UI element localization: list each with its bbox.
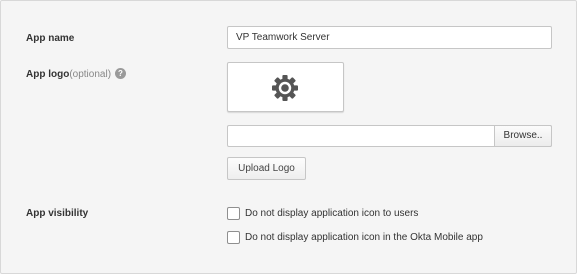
- app-settings-panel: App name VP Teamwork Server App logo(opt…: [0, 0, 577, 274]
- hide-from-mobile-label[interactable]: Do not display application icon in the O…: [245, 231, 483, 244]
- app-logo-label: App logo(optional): [26, 69, 111, 80]
- app-name-input[interactable]: VP Teamwork Server: [227, 26, 552, 49]
- logo-file-input[interactable]: Browse..: [227, 125, 552, 147]
- app-logo-label-text: App logo: [26, 69, 70, 80]
- app-name-label-text: App name: [26, 33, 75, 44]
- app-visibility-label-text: App visibility: [26, 208, 89, 219]
- hide-from-mobile-checkbox[interactable]: [227, 231, 240, 244]
- browse-button[interactable]: Browse..: [494, 125, 552, 147]
- upload-logo-button[interactable]: Upload Logo: [227, 157, 306, 180]
- question-mark-icon[interactable]: ?: [115, 68, 126, 79]
- app-name-label: App name: [26, 33, 74, 44]
- hide-from-users-label[interactable]: Do not display application icon to users: [245, 207, 418, 220]
- gear-icon: [272, 75, 298, 101]
- hide-from-users-checkbox[interactable]: [227, 207, 240, 220]
- logo-preview: [227, 62, 344, 112]
- app-visibility-label: App visibility: [26, 208, 88, 219]
- optional-hint: (optional): [69, 69, 112, 80]
